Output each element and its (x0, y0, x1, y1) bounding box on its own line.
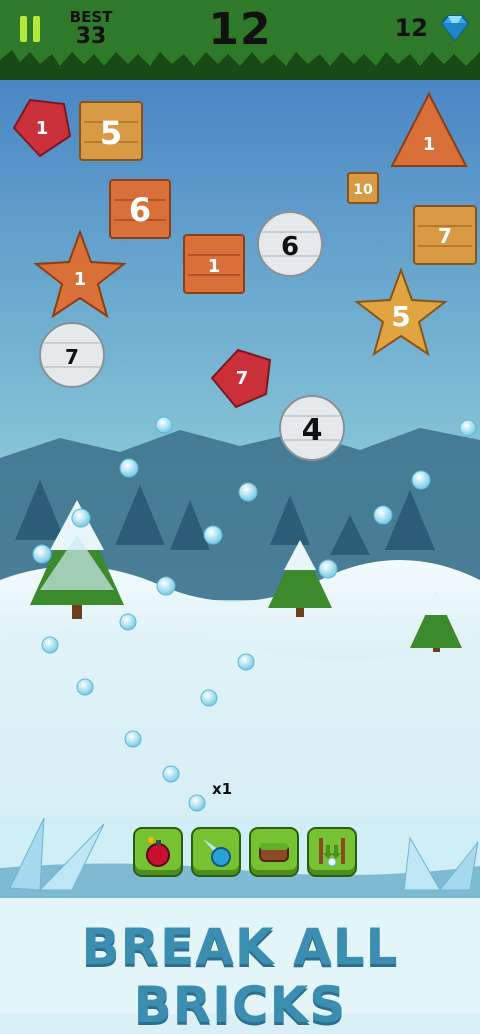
brick-value: 7 (236, 368, 249, 389)
gem-count: 12 (394, 14, 428, 42)
brick-value: 1 (208, 256, 221, 277)
powerup-bomb-button[interactable] (133, 827, 183, 877)
brick-square: 5 (79, 101, 143, 161)
snow-hill-front (0, 626, 480, 818)
powerup-recall-button[interactable] (307, 827, 357, 877)
diamond-icon[interactable] (440, 14, 470, 42)
brick-value: 1 (36, 118, 49, 139)
bomb-icon (146, 837, 170, 867)
pause-icon (20, 16, 27, 42)
brick-square: 7 (413, 205, 477, 265)
recall-arrows-icon (319, 838, 345, 867)
playfield[interactable]: 1 5 1 6 10 7 6 1 1 5 7 7 4 (0, 80, 480, 818)
brick-value: 6 (281, 232, 299, 262)
scene: 1 5 1 6 10 7 6 1 1 5 7 7 4 (0, 80, 480, 818)
brick-value: 4 (302, 413, 323, 448)
brick-value: 1 (74, 269, 87, 290)
brick-value: 5 (391, 300, 410, 333)
pause-button[interactable] (20, 16, 42, 42)
brick-square: 6 (109, 179, 171, 239)
comet-icon (203, 839, 231, 867)
break-all-bricks-banner: BREAK ALL BRICKS (81, 918, 399, 1034)
brick-square: 10 (347, 172, 379, 204)
brick-circle: 6 (257, 211, 323, 277)
brick-value: 5 (100, 114, 122, 152)
brick-value: 10 (353, 182, 373, 198)
ball-multiplier: x1 (212, 780, 233, 798)
brick-value: 7 (65, 345, 79, 369)
platform-icon (259, 843, 289, 862)
brick-circle: 7 (39, 322, 105, 388)
powerup-fireball-button[interactable] (191, 827, 241, 877)
top-bar: BEST 33 12 12 (0, 0, 480, 80)
brick-value: 1 (423, 134, 436, 155)
brick-value: 7 (438, 224, 452, 248)
brick-circle: 4 (279, 395, 345, 461)
powerup-bar (133, 827, 357, 877)
best-score: 33 (75, 24, 107, 49)
brick-square: 1 (183, 234, 245, 294)
current-score: 12 (208, 4, 272, 55)
pause-icon-bar (33, 16, 40, 42)
powerup-floor-button[interactable] (249, 827, 299, 877)
brick-value: 6 (129, 191, 151, 229)
